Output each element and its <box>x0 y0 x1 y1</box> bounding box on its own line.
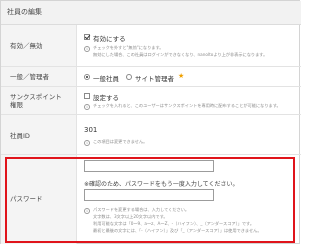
employee-id-value: 301 <box>84 126 98 134</box>
employee-id-label: 社員ID <box>10 132 30 140</box>
row-label-cell: サンクスポイント 権限 <box>1 87 77 114</box>
row-label-cell: 社員ID <box>1 115 77 154</box>
thanks-points-checkbox[interactable] <box>84 93 90 99</box>
admin-star-icon: ★ <box>178 72 185 80</box>
row-role: 一般／管理者 一般社員 サイト管理者 ★ <box>1 67 301 87</box>
row-thanks-points: サンクスポイント 権限 設定する i チェックを入れると、このユーザーはサンクス… <box>1 87 301 115</box>
panel-header: 社員の編集 <box>1 1 301 25</box>
row-label-cell: 一般／管理者 <box>1 67 77 86</box>
info-icon: i <box>84 140 90 146</box>
role-label: 一般／管理者 <box>10 73 49 81</box>
role-admin-radio[interactable] <box>126 74 132 80</box>
role-admin-label[interactable]: サイト管理者 <box>135 73 174 83</box>
enable-help-line1: チェックを外すと"無効"になります。 <box>93 45 164 50</box>
password-highlight-box <box>5 157 295 243</box>
thanks-points-help: チェックを入れると、このユーザーはサンクスポイントを専用時に配布することが可能に… <box>93 103 281 108</box>
enable-help-line2: 無効にした場合、この社員はログインができなくなり、nanoltoより上が非表示に… <box>93 52 268 57</box>
edit-employee-panel: 社員の編集 有効／無効 有効にする i チェックを外すと"無効"になります。 無… <box>0 0 301 244</box>
info-icon: i <box>84 46 90 52</box>
row-label-cell: 有効／無効 <box>1 25 77 66</box>
row-enable: 有効／無効 有効にする i チェックを外すと"無効"になります。 無効にした場合… <box>1 25 301 67</box>
info-icon: i <box>84 104 90 110</box>
thanks-points-checkbox-label[interactable]: 設定する <box>93 92 119 102</box>
role-general-label[interactable]: 一般社員 <box>93 73 119 83</box>
enable-checkbox-label[interactable]: 有効にする <box>93 33 126 43</box>
enable-checkbox[interactable] <box>84 34 90 40</box>
thanks-points-label-line2: 権限 <box>10 101 23 109</box>
thanks-points-label-line1: サンクスポイント <box>10 93 62 101</box>
row-employee-id: 社員ID 301 i この項目は変更できません。 <box>1 115 301 155</box>
employee-id-help: この項目は変更できません。 <box>93 139 148 144</box>
panel-title: 社員の編集 <box>7 8 42 16</box>
enable-label: 有効／無効 <box>10 42 43 50</box>
role-general-radio[interactable] <box>84 74 90 80</box>
